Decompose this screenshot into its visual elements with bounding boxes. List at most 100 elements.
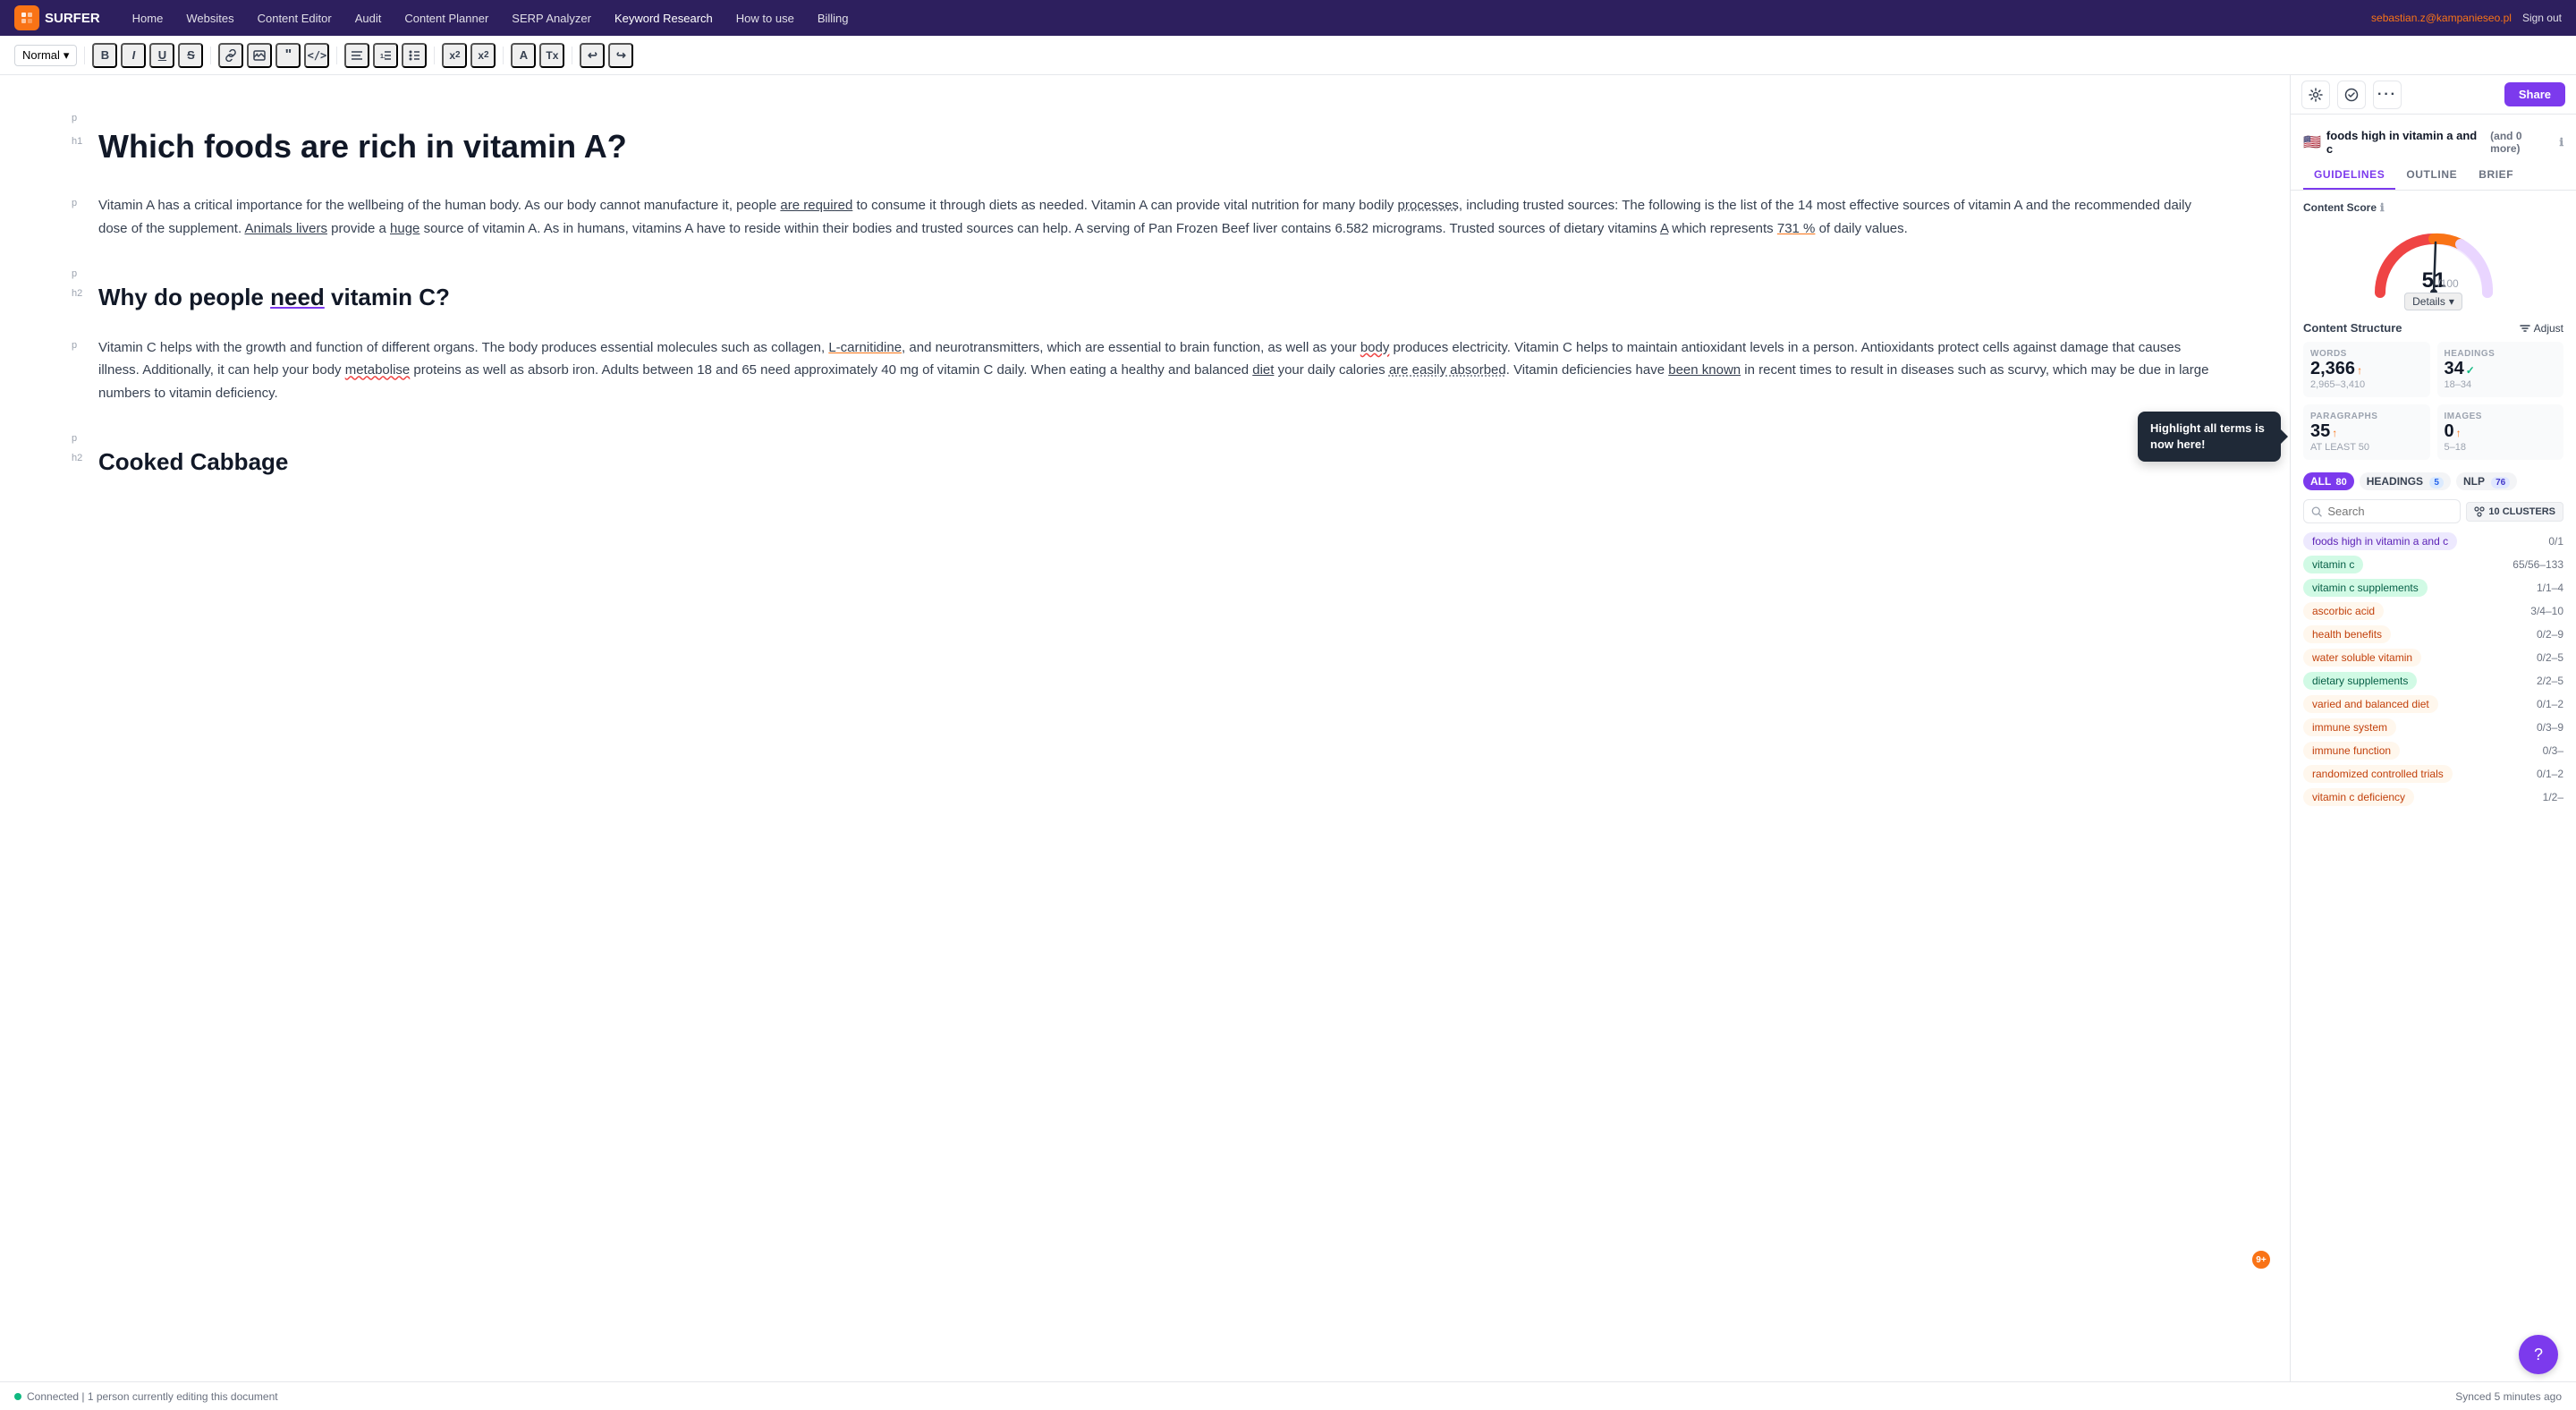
kw-pill-10[interactable]: randomized controlled trials [2303, 765, 2453, 783]
structure-title: Content Structure [2303, 321, 2402, 335]
panel-header: 🇺🇸 foods high in vitamin a and c (and 0 … [2291, 115, 2576, 161]
nav-content-editor[interactable]: Content Editor [247, 6, 343, 30]
p-marker-2: p [72, 268, 98, 279]
tab-brief[interactable]: BRIEF [2468, 161, 2524, 190]
link-button[interactable] [218, 43, 243, 68]
p2-content[interactable]: Vitamin C helps with the growth and func… [98, 336, 2218, 405]
kw-pill-6[interactable]: dietary supplements [2303, 672, 2417, 690]
h1-heading[interactable]: Which foods are rich in vitamin A? [98, 127, 627, 166]
code-button[interactable]: </> [304, 43, 329, 68]
strikethrough-button[interactable]: S [178, 43, 203, 68]
toolbar-divider-4 [434, 47, 435, 64]
nav-serp-analyzer[interactable]: SERP Analyzer [501, 6, 602, 30]
blockquote-button[interactable]: " [275, 43, 301, 68]
kw-count-0: 0/1 [2548, 535, 2563, 548]
main-keyword: foods high in vitamin a and c [2326, 129, 2485, 156]
search-icon [2311, 505, 2322, 518]
paragraphs-arrow: ↑ [2332, 427, 2337, 439]
info-icon[interactable]: ℹ [2559, 136, 2563, 149]
highlight-button[interactable]: A [511, 43, 536, 68]
clusters-button[interactable]: 10 CLUSTERS [2466, 502, 2563, 522]
settings-icon-btn[interactable] [2301, 81, 2330, 109]
undo-button[interactable]: ↩ [580, 43, 605, 68]
kw-item-5: water soluble vitamin 0/2–5 [2303, 649, 2563, 667]
nav-audit[interactable]: Audit [344, 6, 393, 30]
images-label: IMAGES [2445, 412, 2557, 421]
italic-button[interactable]: I [121, 43, 146, 68]
kw-tab-all[interactable]: ALL 80 [2303, 472, 2354, 490]
nav-how-to-use[interactable]: How to use [725, 6, 805, 30]
kw-pill-8[interactable]: immune system [2303, 718, 2396, 736]
details-button[interactable]: Details ▾ [2404, 293, 2462, 310]
subscript-button[interactable]: x2 [442, 43, 467, 68]
p1-block: p Vitamin A has a critical importance fo… [72, 194, 2218, 247]
kw-pill-11[interactable]: vitamin c deficiency [2303, 788, 2414, 806]
align-button[interactable] [344, 43, 369, 68]
nav-billing[interactable]: Billing [807, 6, 860, 30]
kw-tab-headings[interactable]: HEADINGS 5 [2360, 472, 2451, 490]
nav-content-planner[interactable]: Content Planner [394, 6, 499, 30]
adjust-button[interactable]: Adjust [2520, 322, 2563, 335]
format-select[interactable]: Normal ▾ [14, 45, 77, 66]
underline-button[interactable]: U [149, 43, 174, 68]
words-arrow: ↑ [2357, 364, 2362, 377]
editor-area[interactable]: p h1 Which foods are rich in vitamin A? … [0, 75, 2290, 1381]
nav-home[interactable]: Home [122, 6, 174, 30]
superscript-button[interactable]: x2 [470, 43, 496, 68]
nav-keyword-research[interactable]: Keyword Research [604, 6, 724, 30]
image-button[interactable] [247, 43, 272, 68]
headings-arrow: ✓ [2466, 364, 2475, 377]
keyword-search[interactable] [2303, 499, 2461, 523]
link-metabolise: metabolise [345, 362, 411, 378]
kw-pill-2[interactable]: vitamin c supplements [2303, 579, 2428, 597]
clear-format-button[interactable]: Tx [539, 43, 564, 68]
panel-body: Content Score ℹ [2291, 191, 2576, 1381]
p1-content[interactable]: Vitamin A has a critical importance for … [98, 194, 2218, 240]
nav-websites[interactable]: Websites [175, 6, 244, 30]
paragraphs-card: PARAGRAPHS 35 ↑ AT LEAST 50 [2303, 404, 2430, 460]
synced-text: Synced 5 minutes ago [2455, 1390, 2562, 1403]
kw-count-5: 0/2–5 [2537, 651, 2563, 664]
nav-links: Home Websites Content Editor Audit Conte… [122, 6, 2371, 30]
kw-pill-4[interactable]: health benefits [2303, 625, 2391, 643]
kw-pill-3[interactable]: ascorbic acid [2303, 602, 2384, 620]
bold-button[interactable]: B [92, 43, 117, 68]
p-marker-3: p [72, 433, 98, 444]
kw-pill-0[interactable]: foods high in vitamin a and c [2303, 532, 2457, 550]
link-l-carnitidine: L-carnitidine [828, 340, 902, 355]
and-more-label: (and 0 more) [2490, 130, 2554, 155]
help-button[interactable]: ? [2519, 1335, 2558, 1374]
check-icon-btn[interactable] [2337, 81, 2366, 109]
structure-grid: WORDS 2,366 ↑ 2,965–3,410 HEADINGS 34 ✓ [2303, 342, 2563, 460]
link-body: body [1360, 340, 1390, 355]
unordered-list-button[interactable] [402, 43, 427, 68]
redo-button[interactable]: ↪ [608, 43, 633, 68]
more-icon-btn[interactable]: ··· [2373, 81, 2402, 109]
h2-block-2: h2 Cooked Cabbage [72, 447, 2218, 488]
signout-link[interactable]: Sign out [2522, 12, 2562, 24]
kw-pill-1[interactable]: vitamin c [2303, 556, 2363, 573]
kw-pill-7[interactable]: varied and balanced diet [2303, 695, 2438, 713]
kw-pill-5[interactable]: water soluble vitamin [2303, 649, 2421, 667]
h2-heading-1[interactable]: Why do people need vitamin C? [98, 283, 450, 313]
share-button[interactable]: Share [2504, 82, 2565, 106]
words-value: 2,366 [2310, 359, 2355, 379]
headings-value: 34 [2445, 359, 2464, 379]
kw-pill-9[interactable]: immune function [2303, 742, 2400, 760]
logo[interactable]: SURFER [14, 5, 100, 30]
search-input[interactable] [2327, 505, 2453, 518]
headings-card: HEADINGS 34 ✓ 18–34 [2437, 342, 2564, 397]
h2-block-1: h2 Why do people need vitamin C? [72, 283, 2218, 324]
tab-outline[interactable]: OUTLINE [2395, 161, 2468, 190]
p-marker-1: p [72, 111, 98, 123]
ordered-list-button[interactable]: 1. [373, 43, 398, 68]
structure-header: Content Structure Adjust [2303, 321, 2563, 335]
tab-guidelines[interactable]: GUIDELINES [2303, 161, 2395, 190]
panel-tabs: GUIDELINES OUTLINE BRIEF [2291, 161, 2576, 191]
images-arrow: ↑ [2456, 427, 2462, 439]
paragraphs-range: AT LEAST 50 [2310, 442, 2423, 453]
status-connected: Connected | 1 person currently editing t… [14, 1390, 278, 1403]
score-info-icon[interactable]: ℹ [2380, 201, 2385, 214]
kw-tab-nlp[interactable]: NLP 76 [2456, 472, 2517, 490]
h2-heading-2[interactable]: Cooked Cabbage [98, 447, 288, 478]
